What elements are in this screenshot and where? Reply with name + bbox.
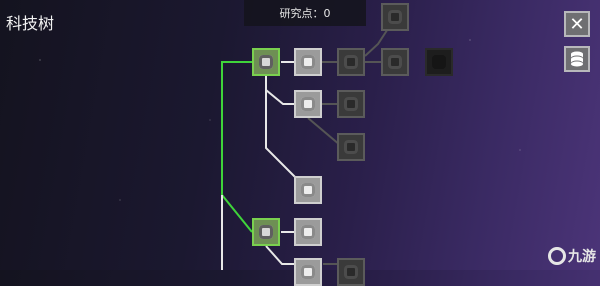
tech-node-a4[interactable]: [425, 48, 453, 76]
tech-node-c1[interactable]: [294, 176, 322, 204]
drill-icon: [344, 55, 358, 69]
tech-node-root[interactable]: [252, 48, 280, 76]
drill-icon: [344, 140, 358, 154]
tech-node-a2[interactable]: [337, 48, 365, 76]
ore-icon: [301, 183, 315, 197]
tech-node-a5[interactable]: [381, 48, 409, 76]
drill-icon: [388, 10, 402, 24]
drill-icon: [301, 265, 315, 279]
drill-icon: [301, 55, 315, 69]
link-d1-e1: [265, 245, 296, 265]
tech-node-e2[interactable]: [337, 258, 365, 286]
link-root-trunk: [221, 61, 253, 233]
drill-icon: [388, 55, 402, 69]
watermark-logo-icon: [548, 247, 566, 265]
tech-node-a1[interactable]: [294, 48, 322, 76]
link-root-b1: [265, 76, 294, 105]
link-b1-b3: [307, 117, 341, 146]
tech-node-b2[interactable]: [337, 90, 365, 118]
tech-node-b3[interactable]: [337, 133, 365, 161]
tech-node-d2[interactable]: [294, 218, 322, 246]
target-icon: [259, 225, 273, 239]
drill-icon: [344, 97, 358, 111]
tech-node-e1[interactable]: [294, 258, 322, 286]
tech-node-a3[interactable]: [381, 3, 409, 31]
drill-icon: [301, 97, 315, 111]
tech-node-b1[interactable]: [294, 90, 322, 118]
conveyor-icon: [301, 225, 315, 239]
tech-node-d1[interactable]: [252, 218, 280, 246]
watermark: 九游: [548, 246, 596, 266]
drill-icon: [344, 265, 358, 279]
watermark-text: 九游: [568, 249, 596, 265]
locked-icon: [432, 55, 446, 69]
gear-icon: [259, 55, 273, 69]
